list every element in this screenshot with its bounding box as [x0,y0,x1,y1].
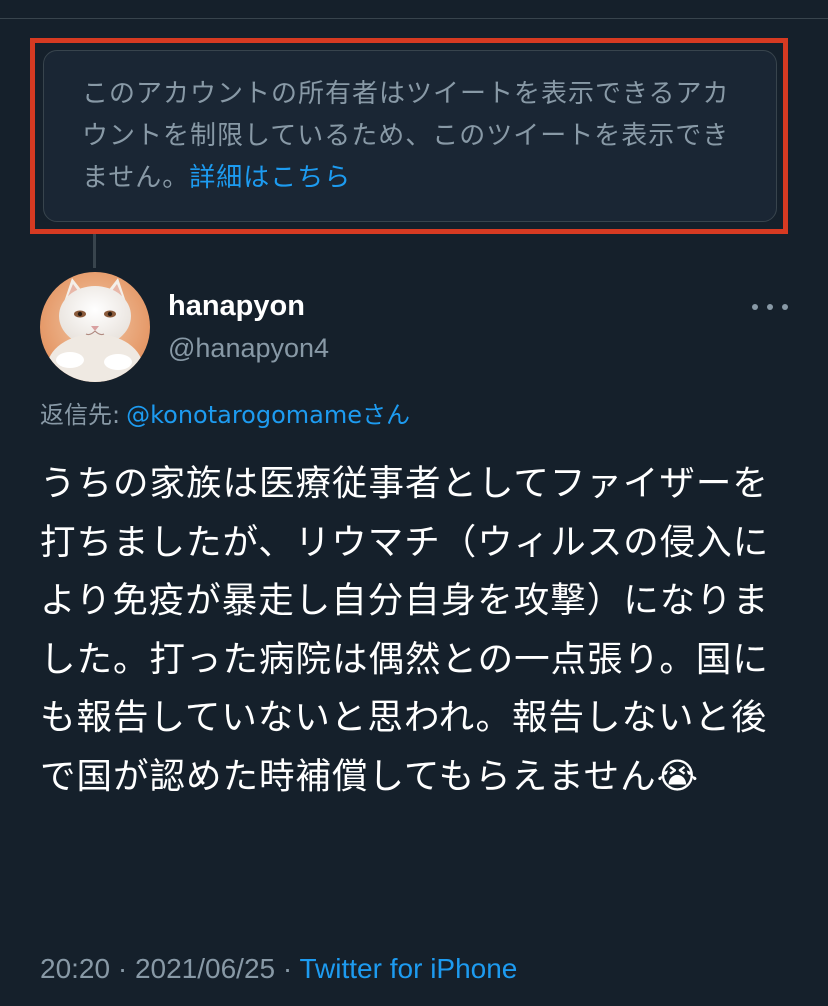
cat-avatar-image [40,272,150,382]
author-handle[interactable]: @hanapyon4 [168,330,329,366]
reply-mention-link[interactable]: @konotarogomameさん [126,401,410,429]
top-divider [0,18,828,19]
reply-prefix: 返信先: [40,401,121,429]
more-horizontal-icon [752,304,758,310]
tweet-text: うちの家族は医療従事者としてファイザーを打ちましたが、リウマチ（ウィルスの侵入に… [40,463,770,797]
tweet-source-link[interactable]: Twitter for iPhone [300,953,518,984]
restricted-tweet-notice: このアカウントの所有者はツイートを表示できるアカウントを制限しているため、このツ… [43,50,777,222]
more-horizontal-icon-dot [782,304,788,310]
avatar[interactable] [40,272,150,382]
tweet-time[interactable]: 20:20 [40,953,110,984]
author-display-name[interactable]: hanapyon [168,288,305,324]
restricted-notice-text: このアカウントの所有者はツイートを表示できるアカウントを制限しているため、このツ… [82,79,730,193]
tweet-metadata: 20:20 · 2021/06/25 · Twitter for iPhone [40,950,517,988]
tweet-date[interactable]: 2021/06/25 [135,953,275,984]
more-horizontal-icon-dot [767,304,773,310]
reply-context: 返信先: @konotarogomameさん [40,398,410,432]
thread-connector-line [93,234,96,268]
meta-separator: · [282,953,293,984]
learn-more-link[interactable]: 詳細はこちら [189,163,351,193]
more-options-button[interactable] [752,294,788,320]
meta-separator: · [117,953,128,984]
